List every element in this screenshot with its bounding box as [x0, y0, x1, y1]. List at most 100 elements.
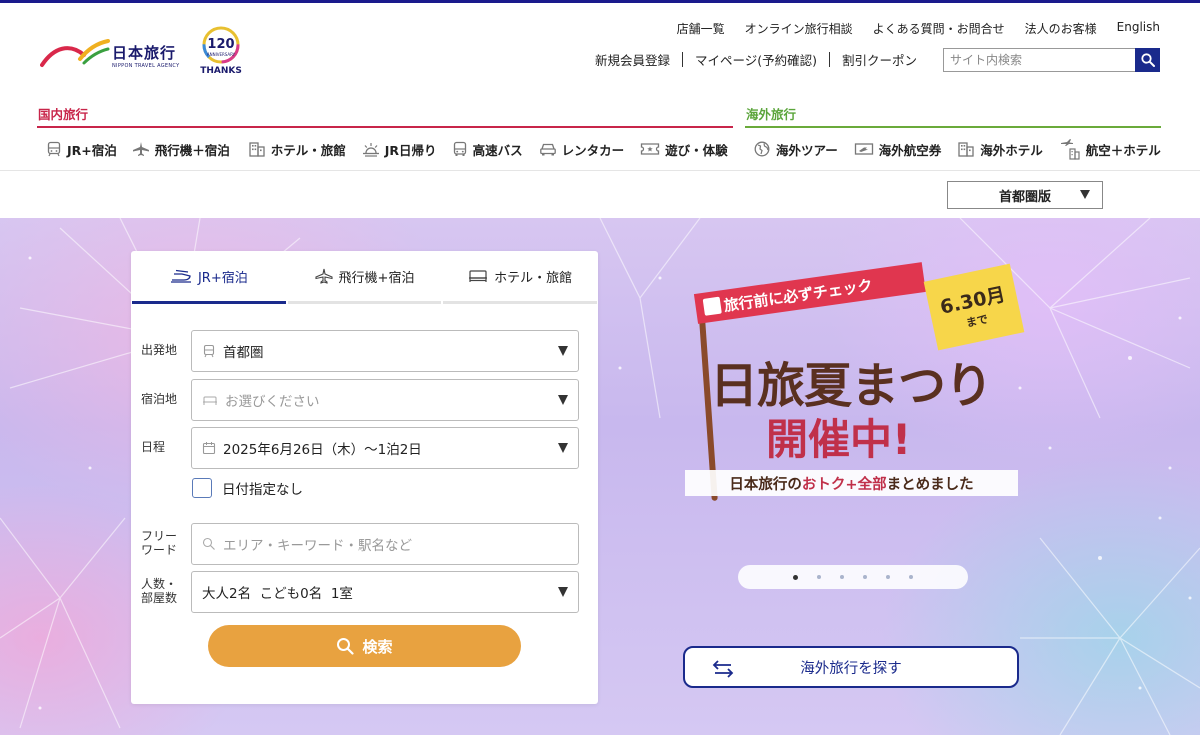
banner-sub-b: おトク+全部: [801, 476, 887, 493]
nav-item-air-plus-hotel[interactable]: 航空＋ホテル: [1059, 138, 1161, 160]
search-icon: [202, 537, 215, 550]
search-submit-button[interactable]: 検索: [208, 625, 521, 667]
nav-item-overseas-tour[interactable]: 海外ツアー: [753, 140, 838, 159]
bus-icon: [453, 141, 466, 156]
guests-label-line2: 部屋数: [141, 591, 178, 605]
utility-link-stores[interactable]: 店舗一覧: [677, 20, 725, 37]
site-search-button[interactable]: [1135, 48, 1160, 72]
utility-link-faq[interactable]: よくある質問・お問合せ: [873, 20, 1005, 37]
tab-label: ホテル・旅館: [494, 270, 573, 286]
nav-item-label: 高速バス: [472, 142, 523, 158]
no-date-checkbox[interactable]: 日付指定なし: [192, 478, 303, 498]
calendar-icon: [202, 442, 216, 455]
nav-item-label: 航空＋ホテル: [1085, 142, 1161, 158]
departure-value: 首都圏: [223, 345, 264, 361]
carousel-dot[interactable]: [909, 575, 913, 579]
search-submit-label: 検索: [362, 637, 393, 656]
airplane-icon: [314, 268, 333, 284]
nav-item-bus[interactable]: 高速バス: [452, 140, 523, 159]
nav-item-label: 海外航空券: [878, 142, 942, 158]
coupon-link[interactable]: 割引クーポン: [842, 50, 917, 69]
anniversary-sub: ANNIVERSARY: [206, 52, 236, 57]
dropdown-arrow-icon: [1080, 190, 1090, 199]
guests-label-line1: 人数・: [141, 577, 178, 592]
utility-link-english[interactable]: English: [1117, 20, 1160, 37]
account-links: 新規会員登録 マイページ(予約確認) 割引クーポン: [595, 50, 917, 69]
carousel-dot[interactable]: [793, 574, 798, 580]
nav-overseas: 海外ツアー 海外航空券 海外ホテル 航空＋ホテル: [753, 138, 1161, 160]
date-label: 日程: [141, 440, 166, 455]
departure-row: 出発地 首都圏: [131, 330, 598, 372]
carousel-dot[interactable]: [817, 575, 821, 579]
search-icon: [337, 638, 355, 655]
nav-item-label: レンタカー: [561, 142, 625, 158]
destination-placeholder: お選びください: [225, 394, 320, 410]
destination-label: 宿泊地: [141, 392, 178, 407]
checkbox-box: [192, 478, 212, 498]
region-selector[interactable]: 首都圏版: [947, 181, 1103, 209]
dropdown-arrow-icon: [558, 346, 568, 356]
nav-item-label: ホテル・旅館: [270, 142, 346, 158]
overseas-search-button[interactable]: 海外旅行を探す: [683, 646, 1019, 688]
carousel-dot[interactable]: [863, 575, 867, 579]
promo-banner[interactable]: 旅行前に必ずチェック 6.30月 まで 日旅夏まつり 開催中! 日本旅行の おト…: [680, 262, 1025, 506]
ticket-icon: [640, 143, 660, 155]
banner-date-badge: 6.30月 まで: [923, 263, 1025, 351]
date-value: 2025年6月26日（木）～1泊2日: [223, 442, 422, 458]
logo-text-jp: 日本旅行: [112, 44, 177, 62]
tab-air-hotel[interactable]: 飛行機+宿泊: [287, 251, 442, 304]
nav-item-rental-car[interactable]: レンタカー: [539, 140, 625, 159]
departure-label: 出発地: [141, 343, 178, 358]
nav-item-jr-daytrip[interactable]: JR日帰り: [362, 140, 437, 159]
date-select[interactable]: 2025年6月26日（木）～1泊2日: [191, 427, 579, 469]
tab-jr-hotel[interactable]: JR+宿泊: [132, 251, 286, 304]
dropdown-arrow-icon: [558, 395, 568, 405]
plane-hotel-icon: [1060, 139, 1080, 160]
carousel-dot[interactable]: [886, 575, 890, 579]
site-logo[interactable]: 日本旅行 NIPPON TRAVEL AGENCY: [40, 37, 179, 69]
anniversary-number: 120: [207, 37, 235, 52]
banner-date-until: まで: [964, 312, 990, 330]
bed-icon: [203, 396, 217, 405]
banner-title-line2: 開催中!: [766, 415, 912, 464]
freeword-label: フリー ワード: [131, 529, 191, 558]
nav-item-overseas-air[interactable]: 海外航空券: [854, 140, 942, 159]
tab-hotel[interactable]: ホテル・旅館: [443, 251, 598, 304]
departure-select[interactable]: 首都圏: [191, 330, 579, 372]
nav-item-hotel[interactable]: ホテル・旅館: [248, 140, 346, 159]
nav-domestic: JR+宿泊 飛行機＋宿泊 ホテル・旅館 JR日帰り 高速バス レンタカー 遊び・…: [46, 138, 728, 160]
destination-select[interactable]: お選びください: [191, 379, 579, 421]
divider: [828, 52, 830, 67]
banner-sub-c: まとめました: [886, 476, 974, 493]
register-link[interactable]: 新規会員登録: [595, 50, 670, 69]
sunrise-icon: [362, 143, 379, 157]
nav-item-label: 飛行機＋宿泊: [154, 142, 230, 158]
nav-item-air-hotel[interactable]: 飛行機＋宿泊: [132, 140, 230, 159]
utility-link-online-consult[interactable]: オンライン旅行相談: [745, 20, 853, 37]
site-search: [943, 48, 1160, 72]
nav-item-overseas-hotel[interactable]: 海外ホテル: [957, 140, 1043, 159]
banner-sub-a: 日本旅行の: [729, 476, 802, 493]
search-icon: [1140, 53, 1155, 67]
nav-item-label: JR日帰り: [384, 142, 437, 158]
mypage-link[interactable]: マイページ(予約確認): [695, 50, 817, 69]
freeword-row: フリー ワード エリア・キーワード・駅名など: [131, 523, 598, 565]
carousel-dots: [738, 565, 968, 589]
freeword-input[interactable]: エリア・キーワード・駅名など: [191, 523, 579, 565]
date-row: 日程 2025年6月26日（木）～1泊2日: [131, 427, 598, 469]
site-search-input[interactable]: [943, 48, 1135, 72]
dropdown-arrow-icon: [558, 443, 568, 453]
nav-item-label: 海外ホテル: [980, 142, 1043, 158]
guests-select[interactable]: 大人2名 こども0名 1室: [191, 571, 579, 613]
carousel-dot[interactable]: [840, 575, 844, 579]
nav-item-activities[interactable]: 遊び・体験: [640, 140, 728, 159]
region-selector-value: 首都圏版: [998, 189, 1051, 205]
nav-item-jr-hotel[interactable]: JR+宿泊: [46, 140, 117, 159]
globe-icon: [754, 141, 770, 157]
train-icon: [170, 269, 191, 283]
swap-arrows-icon: [712, 660, 734, 678]
utility-link-corporate[interactable]: 法人のお客様: [1025, 20, 1097, 37]
tab-label: 飛行機+宿泊: [338, 270, 415, 286]
guests-value: 大人2名 こども0名 1室: [202, 586, 353, 602]
nav-divider: [0, 170, 1200, 171]
